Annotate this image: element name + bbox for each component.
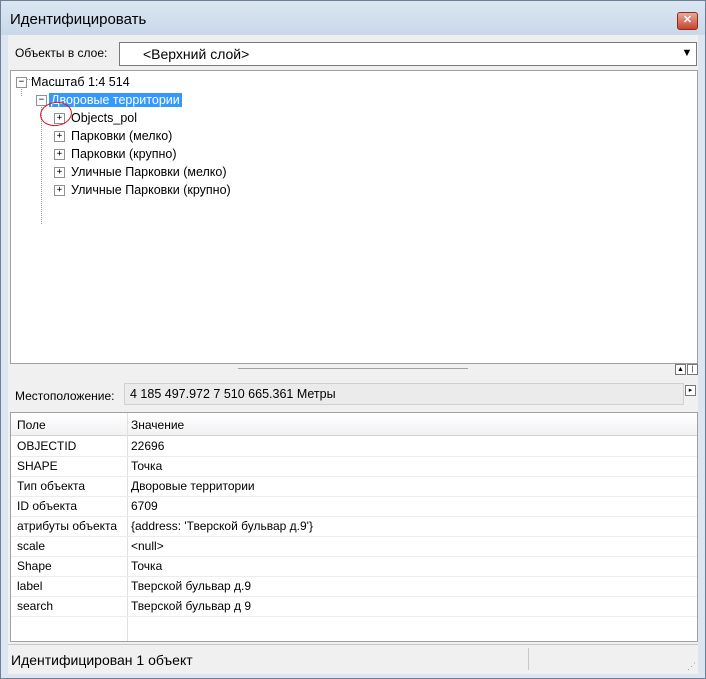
table-row[interactable]: SHAPE Точка (11, 456, 697, 477)
table-row[interactable]: ID объекта 6709 (11, 496, 697, 517)
panel-icon[interactable]: | (687, 364, 698, 375)
results-tree[interactable]: − Масштаб 1:4 514 − Дворовые территории … (10, 70, 698, 364)
row-field: Тип объекта (17, 479, 86, 493)
tree-connector (26, 79, 34, 80)
layer-select[interactable]: <Верхний слой> ▼ (119, 42, 697, 66)
table-row[interactable]: search Тверской бульвар д 9 (11, 596, 697, 617)
layer-row: Объекты в слое: <Верхний слой> ▼ (8, 35, 698, 69)
title-bar[interactable]: Идентифицировать ✕ (1, 1, 705, 35)
header-field[interactable]: Поле (17, 418, 46, 432)
tree-node-label: Парковки (крупно) (71, 147, 177, 161)
row-value: Дворовые территории (131, 479, 255, 493)
table-row[interactable]: Shape Точка (11, 556, 697, 577)
row-value: {address: 'Тверской бульвар д.9'} (131, 519, 313, 533)
plus-box-icon[interactable]: + (54, 149, 65, 160)
status-bar: Идентифицирован 1 объект ⋰ (8, 644, 698, 674)
identify-window: Идентифицировать ✕ Объекты в слое: <Верх… (0, 0, 706, 679)
location-value: 4 185 497.972 7 510 665.361 Метры (130, 387, 336, 401)
row-field: OBJECTID (17, 439, 77, 453)
table-row[interactable]: label Тверской бульвар д.9 (11, 576, 697, 597)
location-label: Местоположение: (15, 389, 115, 403)
tree-node-label: Уличные Парковки (мелко) (71, 165, 227, 179)
row-field: label (17, 579, 43, 593)
plus-box-icon[interactable]: + (54, 185, 65, 196)
attributes-grid: Поле Значение OBJECTID 22696 SHAPE Точка… (10, 412, 698, 642)
close-icon: ✕ (682, 14, 693, 26)
tree-node-label: Парковки (мелко) (71, 129, 173, 143)
row-field: атрибуты объекта (17, 519, 118, 533)
row-value: Точка (131, 459, 163, 473)
location-menu-icon[interactable]: ▸ (685, 385, 696, 396)
table-row[interactable]: атрибуты объекта {address: 'Тверской бул… (11, 516, 697, 537)
row-field: Shape (17, 559, 52, 573)
chevron-down-icon[interactable]: ▼ (680, 46, 694, 60)
collapse-up-icon[interactable]: ▲ (675, 364, 686, 375)
row-value: Тверской бульвар д 9 (131, 599, 252, 613)
window-title: Идентифицировать (10, 11, 147, 28)
plus-box-icon[interactable]: + (54, 131, 65, 142)
row-value: Точка (131, 559, 163, 573)
header-value[interactable]: Значение (131, 418, 184, 432)
tree-node-label: Масштаб 1:4 514 (31, 75, 130, 89)
table-row[interactable]: Тип объекта Дворовые территории (11, 476, 697, 497)
row-field: scale (17, 539, 46, 553)
tree-node-label: Дворовые территории (49, 93, 182, 107)
splitter-grip (238, 368, 468, 369)
tree-node-label: Уличные Парковки (крупно) (71, 183, 231, 197)
client-area: Объекты в слое: <Верхний слой> ▼ − Масшт… (8, 35, 698, 674)
row-field: search (17, 599, 54, 613)
resize-grip-icon[interactable]: ⋰ (687, 661, 696, 672)
tree-connector (41, 104, 42, 224)
row-field: SHAPE (17, 459, 58, 473)
pane-splitter[interactable]: ▲ | (8, 363, 698, 375)
layer-select-value: <Верхний слой> (143, 46, 250, 62)
row-value: Тверской бульвар д.9 (131, 579, 252, 593)
row-value: 6709 (131, 499, 158, 513)
location-row: Местоположение: 4 185 497.972 7 510 665.… (8, 379, 698, 407)
location-value-field: 4 185 497.972 7 510 665.361 Метры (124, 383, 684, 405)
tree-node-label: Objects_pol (71, 111, 138, 125)
close-button[interactable]: ✕ (677, 12, 698, 30)
table-row[interactable]: scale <null> (11, 536, 697, 557)
plus-box-icon[interactable]: + (54, 167, 65, 178)
row-field: ID объекта (17, 499, 78, 513)
layer-label: Объекты в слое: (15, 46, 108, 60)
table-row[interactable]: OBJECTID 22696 (11, 436, 697, 457)
row-value: 22696 (131, 439, 165, 453)
row-value: <null> (131, 539, 164, 553)
status-text: Идентифицирован 1 объект (11, 652, 193, 668)
status-separator (528, 648, 529, 670)
grid-header: Поле Значение (11, 413, 697, 436)
